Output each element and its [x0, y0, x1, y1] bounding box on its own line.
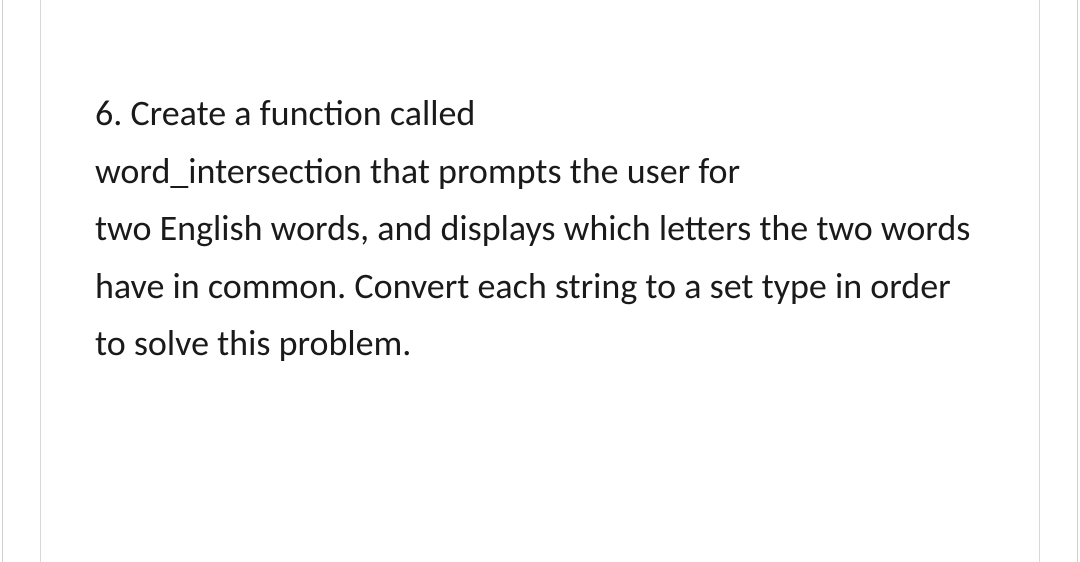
question-line2: word_intersection that prompts the user … — [95, 143, 985, 201]
inner-border-left — [40, 0, 41, 562]
question-line3: two English words, and displays which le… — [95, 200, 985, 373]
question-line1: Create a function called — [130, 91, 475, 135]
outer-border-right — [1077, 0, 1078, 562]
question-number: 6. — [95, 91, 122, 135]
outer-border-left — [2, 0, 3, 562]
inner-border-right — [1039, 0, 1040, 562]
question-text: 6. Create a function called word_interse… — [95, 85, 985, 373]
